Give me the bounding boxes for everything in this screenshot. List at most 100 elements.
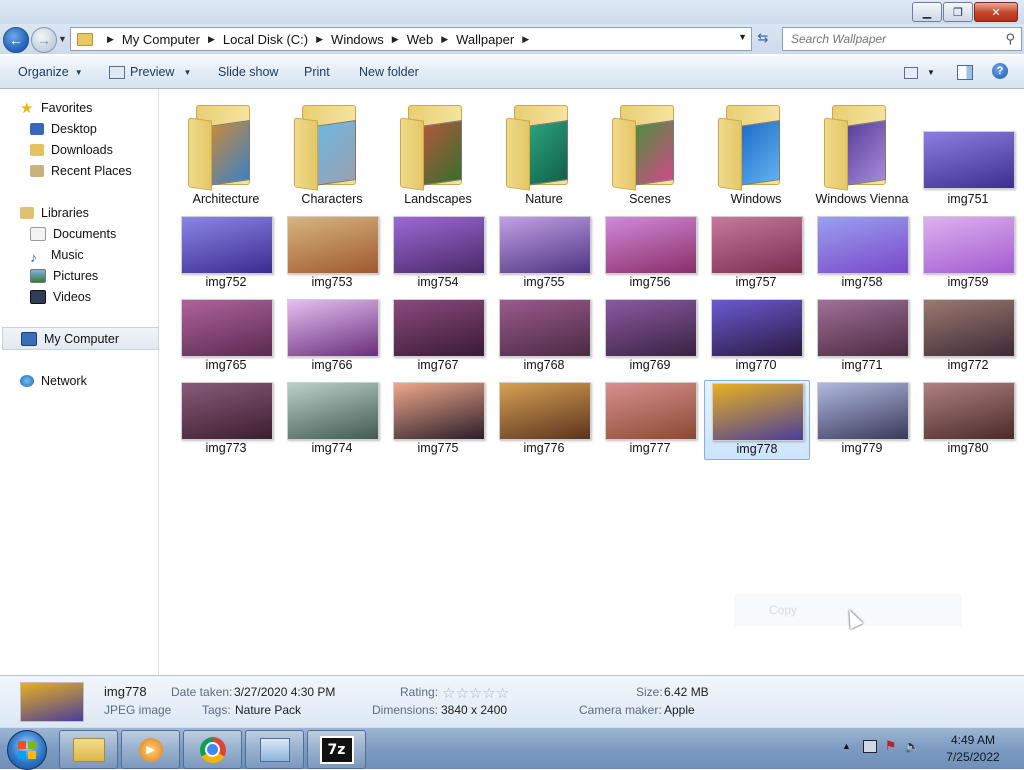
- chrome-icon: [199, 736, 226, 763]
- folder-item[interactable]: Nature: [492, 97, 596, 207]
- search-input[interactable]: [789, 31, 998, 47]
- address-bar[interactable]: ▶ My Computer ▶ Local Disk (C:) ▶ Window…: [70, 27, 752, 51]
- nav-favorites[interactable]: ★ Favorites: [20, 97, 177, 118]
- folder-item[interactable]: Windows Vienna: [810, 97, 914, 207]
- taskbar-control-panel[interactable]: [245, 730, 304, 769]
- rating-label: Rating:: [400, 685, 439, 699]
- start-button[interactable]: [7, 730, 47, 770]
- nav-my-computer[interactable]: My Computer: [2, 327, 159, 350]
- volume-icon[interactable]: 🔈: [905, 739, 920, 753]
- slideshow-button[interactable]: Slide show: [218, 65, 278, 79]
- nav-network[interactable]: Network: [20, 370, 177, 391]
- clock-date: 7/25/2022: [946, 750, 1000, 764]
- rating-stars[interactable]: ☆☆☆☆☆: [442, 684, 509, 702]
- image-item[interactable]: img779: [810, 380, 914, 458]
- new-folder-button[interactable]: New folder: [359, 65, 419, 79]
- star-outline-icon[interactable]: ☆: [469, 685, 482, 702]
- item-label: img755: [523, 275, 565, 289]
- breadcrumb-windows[interactable]: Windows: [331, 32, 384, 47]
- taskbar-explorer[interactable]: [59, 730, 118, 769]
- image-item[interactable]: img768: [492, 297, 596, 375]
- back-button[interactable]: ←: [3, 27, 29, 53]
- folder-item[interactable]: Windows: [704, 97, 808, 207]
- item-label: img772: [947, 358, 989, 372]
- item-label: img769: [629, 358, 671, 372]
- breadcrumb-separator-icon[interactable]: ▶: [316, 34, 323, 45]
- search-icon[interactable]: ⚲: [1005, 31, 1015, 47]
- image-item[interactable]: img759: [916, 214, 1020, 292]
- image-item[interactable]: img765: [174, 297, 278, 375]
- star-outline-icon[interactable]: ☆: [482, 685, 495, 702]
- image-item[interactable]: img752: [174, 214, 278, 292]
- item-label: img756: [629, 275, 671, 289]
- preview-button[interactable]: Preview ▼: [109, 65, 191, 79]
- folder-item[interactable]: Scenes: [598, 97, 702, 207]
- image-item[interactable]: img753: [280, 214, 384, 292]
- refresh-button[interactable]: ⇆: [752, 28, 774, 48]
- star-outline-icon[interactable]: ☆: [442, 685, 455, 702]
- taskbar-media-player[interactable]: ▶: [121, 730, 180, 769]
- close-button[interactable]: ✕: [974, 2, 1018, 22]
- breadcrumb-separator-icon[interactable]: ▶: [208, 34, 215, 45]
- image-item[interactable]: img751: [916, 97, 1020, 207]
- image-item[interactable]: img775: [386, 380, 490, 458]
- breadcrumb-wallpaper[interactable]: Wallpaper: [456, 32, 514, 47]
- image-item[interactable]: img770: [704, 297, 808, 375]
- image-item[interactable]: img774: [280, 380, 384, 458]
- image-item[interactable]: img769: [598, 297, 702, 375]
- breadcrumb-separator-icon[interactable]: ▶: [522, 34, 529, 45]
- address-dropdown-icon[interactable]: ▼: [738, 32, 747, 42]
- image-item[interactable]: img773: [174, 380, 278, 458]
- image-item[interactable]: img766: [280, 297, 384, 375]
- preview-pane-icon[interactable]: [957, 65, 973, 80]
- star-outline-icon[interactable]: ☆: [455, 685, 468, 702]
- breadcrumb-local-disk[interactable]: Local Disk (C:): [223, 32, 308, 47]
- print-button[interactable]: Print: [304, 65, 330, 79]
- image-item[interactable]: img780: [916, 380, 1020, 458]
- image-item[interactable]: img777: [598, 380, 702, 458]
- breadcrumb-my-computer[interactable]: My Computer: [122, 32, 200, 47]
- tags-value[interactable]: Nature Pack: [235, 703, 301, 717]
- taskbar-7zip[interactable]: 7z: [307, 730, 366, 769]
- search-box[interactable]: ⚲: [782, 27, 1022, 51]
- image-item[interactable]: img755: [492, 214, 596, 292]
- breadcrumb-web[interactable]: Web: [407, 32, 434, 47]
- file-view[interactable]: Copy Architecture Characters Landscapes Nat…: [159, 89, 1024, 675]
- action-center-flag-icon[interactable]: ⚑: [885, 738, 897, 754]
- recent-pages-dropdown[interactable]: ▼: [58, 34, 67, 44]
- image-item[interactable]: img776: [492, 380, 596, 458]
- image-item[interactable]: img771: [810, 297, 914, 375]
- forward-button[interactable]: →: [31, 27, 57, 53]
- image-item[interactable]: img758: [810, 214, 914, 292]
- image-item[interactable]: img757: [704, 214, 808, 292]
- image-item[interactable]: img756: [598, 214, 702, 292]
- organize-button[interactable]: Organize ▼: [18, 65, 83, 79]
- image-thumbnail: [817, 382, 909, 440]
- image-item[interactable]: img778: [704, 380, 810, 460]
- nav-libraries[interactable]: Libraries: [20, 202, 177, 223]
- title-bar: ▁ ❐ ✕: [0, 0, 1024, 24]
- view-options-icon[interactable]: [904, 67, 918, 79]
- maximize-button[interactable]: ❐: [943, 2, 973, 22]
- taskbar-chrome[interactable]: [183, 730, 242, 769]
- image-item[interactable]: img772: [916, 297, 1020, 375]
- network-tray-icon[interactable]: [862, 739, 877, 753]
- item-label: img753: [311, 275, 353, 289]
- help-icon[interactable]: ?: [992, 63, 1008, 79]
- folder-item[interactable]: Landscapes: [386, 97, 490, 207]
- minimize-button[interactable]: ▁: [912, 2, 942, 22]
- network-icon: [20, 374, 34, 387]
- date-taken-label: Date taken:: [171, 685, 233, 699]
- clock[interactable]: 4:49 AM 7/25/2022: [940, 732, 1006, 766]
- image-item[interactable]: img754: [386, 214, 490, 292]
- star-outline-icon[interactable]: ☆: [496, 685, 509, 702]
- chevron-down-icon[interactable]: ▼: [927, 68, 935, 77]
- breadcrumb-separator-icon[interactable]: ▶: [441, 34, 448, 45]
- folder-item[interactable]: Architecture: [174, 97, 278, 207]
- folder-item[interactable]: Characters: [280, 97, 384, 207]
- breadcrumb-separator-icon[interactable]: ▶: [392, 34, 399, 45]
- nav-label: Desktop: [51, 121, 97, 136]
- show-hidden-icons-arrow-icon[interactable]: ▲: [842, 741, 851, 751]
- breadcrumb-separator-icon[interactable]: ▶: [107, 34, 114, 45]
- image-item[interactable]: img767: [386, 297, 490, 375]
